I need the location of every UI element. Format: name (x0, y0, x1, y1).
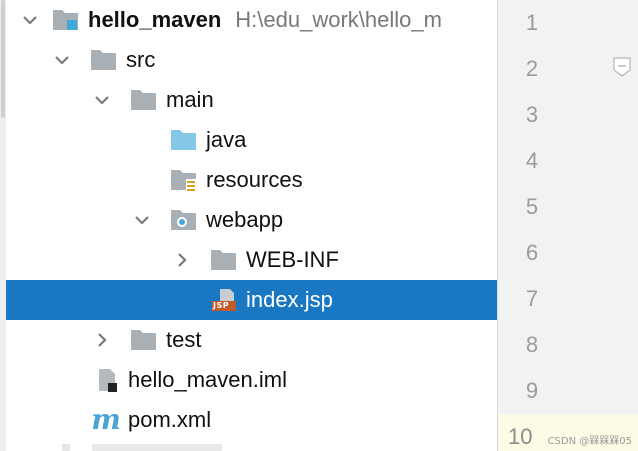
maven-pom-icon: m (91, 403, 121, 436)
tree-item-main[interactable]: main (6, 80, 497, 120)
tree-item-label: WEB-INF (246, 247, 339, 272)
line-number: 8 (525, 332, 539, 357)
line-number: 5 (525, 194, 539, 219)
tree-item-label: hello_maven.iml (128, 367, 287, 392)
folder-icon (90, 48, 118, 72)
tree-item-label: test (166, 327, 202, 352)
tree-item-label: resources (206, 167, 303, 192)
tree-item-label: webapp (206, 207, 284, 232)
root-label: hello_maven H:\edu_work\hello_m (88, 7, 442, 33)
tree-item-index-jsp[interactable]: JSP index.jsp (6, 280, 497, 320)
tree-item-web-inf[interactable]: WEB-INF (6, 240, 497, 280)
maven-badge-text: m (91, 403, 121, 436)
tree-item-resources[interactable]: resources (6, 160, 497, 200)
tree-item-webapp[interactable]: webapp (6, 200, 497, 240)
chevron-down-icon[interactable] (130, 208, 154, 232)
line-number: 7 (525, 286, 539, 311)
tree-item-pom-xml[interactable]: m pom.xml (6, 400, 497, 440)
module-folder-icon (52, 8, 80, 32)
line-number: 6 (525, 240, 539, 265)
watermark: CSDN @槑槑槑05 (547, 436, 632, 447)
project-tree-panel: hello_maven H:\edu_work\hello_m src main … (0, 0, 497, 451)
scrollbar-thumb[interactable] (1, 0, 5, 118)
line-number: 3 (525, 102, 539, 127)
folder-icon (210, 248, 238, 272)
web-folder-icon (170, 208, 198, 232)
tree-item-java[interactable]: java (6, 120, 497, 160)
tree-item-hello-maven[interactable]: hello_maven H:\edu_work\hello_m (6, 0, 497, 40)
editor-gutter: 1 2 3 4 5 6 7 8 9 10 CSDN @槑槑槑05 (498, 0, 638, 451)
fold-marker-icon[interactable] (612, 56, 632, 78)
tree-item-label: index.jsp (246, 287, 333, 312)
iml-file-icon (94, 368, 122, 392)
chevron-down-icon[interactable] (90, 88, 114, 112)
line-number: 9 (525, 378, 539, 403)
jsp-badge-text: JSP (213, 301, 230, 310)
jsp-file-icon: JSP (210, 288, 238, 312)
folder-icon (130, 328, 158, 352)
chevron-right-icon[interactable] (90, 328, 114, 352)
resources-folder-icon (170, 168, 198, 192)
tree-item-src[interactable]: src (6, 40, 497, 80)
root-path: H:\edu_work\hello_m (235, 7, 442, 32)
tree-item-label: src (126, 47, 156, 72)
tree-item-label: java (206, 127, 247, 152)
tree-item-iml-file[interactable]: hello_maven.iml (6, 360, 497, 400)
chevron-down-icon[interactable] (50, 48, 74, 72)
line-number: 1 (525, 10, 539, 35)
tree-item-label: pom.xml (128, 407, 212, 432)
line-number: 4 (525, 148, 539, 173)
tree-item-test[interactable]: test (6, 320, 497, 360)
chevron-right-icon[interactable] (170, 248, 194, 272)
folder-icon (130, 88, 158, 112)
tree-item-partial (62, 444, 222, 451)
source-folder-icon (170, 128, 198, 152)
line-number: 2 (525, 56, 539, 81)
tree-item-label: main (166, 87, 214, 112)
chevron-down-icon[interactable] (18, 8, 42, 32)
root-name: hello_maven (88, 7, 222, 32)
